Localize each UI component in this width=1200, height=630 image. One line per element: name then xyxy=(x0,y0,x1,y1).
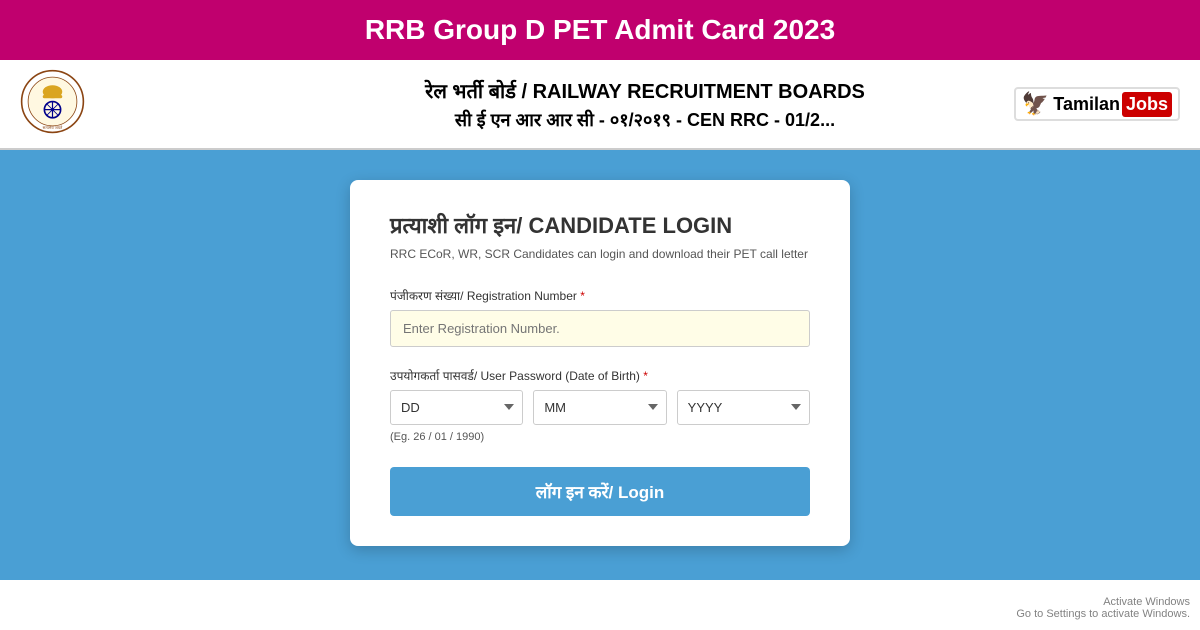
activate-windows-watermark: Activate Windows Go to Settings to activ… xyxy=(1016,596,1190,620)
dob-required: * xyxy=(643,369,648,383)
dd-select[interactable]: DD xyxy=(390,390,523,425)
dob-group: उपयोगकर्ता पासवर्ड/ User Password (Date … xyxy=(390,367,810,443)
mm-select[interactable]: MM xyxy=(533,390,666,425)
card-subtitle: RRC ECoR, WR, SCR Candidates can login a… xyxy=(390,246,810,263)
activate-line1: Activate Windows xyxy=(1016,596,1190,608)
reg-label: पंजीकरण संख्या/ Registration Number * xyxy=(390,287,810,304)
registration-number-group: पंजीकरण संख्या/ Registration Number * xyxy=(390,287,810,347)
login-button[interactable]: लॉग इन करें/ Login xyxy=(390,467,810,516)
yyyy-select[interactable]: YYYY xyxy=(677,390,810,425)
dob-label: उपयोगकर्ता पासवर्ड/ User Password (Date … xyxy=(390,367,810,384)
dob-selects-row: DD MM YYYY xyxy=(390,390,810,425)
svg-text:सत्यमेव जयते: सत्यमेव जयते xyxy=(43,125,63,130)
railway-emblem: सत्यमेव जयते xyxy=(20,69,90,139)
login-card: प्रत्याशी लॉग इन/ CANDIDATE LOGIN RRC EC… xyxy=(350,180,850,546)
header-banner: सत्यमेव जयते रेल भर्ती बोर्ड / RAILWAY R… xyxy=(0,60,1200,150)
jobs-label: Jobs xyxy=(1122,92,1172,117)
tamilan-jobs-logo: 🦅 Tamilan Jobs xyxy=(1014,87,1180,121)
reg-required: * xyxy=(580,289,585,303)
tamilan-label: Tamilan xyxy=(1053,94,1120,115)
page-title: RRB Group D PET Admit Card 2023 xyxy=(20,14,1180,46)
dob-hint: (Eg. 26 / 01 / 1990) xyxy=(390,431,810,443)
title-bar: RRB Group D PET Admit Card 2023 xyxy=(0,0,1200,60)
tamilan-logo-box: 🦅 Tamilan Jobs xyxy=(1014,87,1180,121)
tamilan-icon: 🦅 xyxy=(1022,91,1049,117)
activate-line2: Go to Settings to activate Windows. xyxy=(1016,608,1190,620)
main-content: प्रत्याशी लॉग इन/ CANDIDATE LOGIN RRC EC… xyxy=(0,150,1200,580)
registration-number-input[interactable] xyxy=(390,310,810,347)
card-title: प्रत्याशी लॉग इन/ CANDIDATE LOGIN xyxy=(390,210,810,240)
